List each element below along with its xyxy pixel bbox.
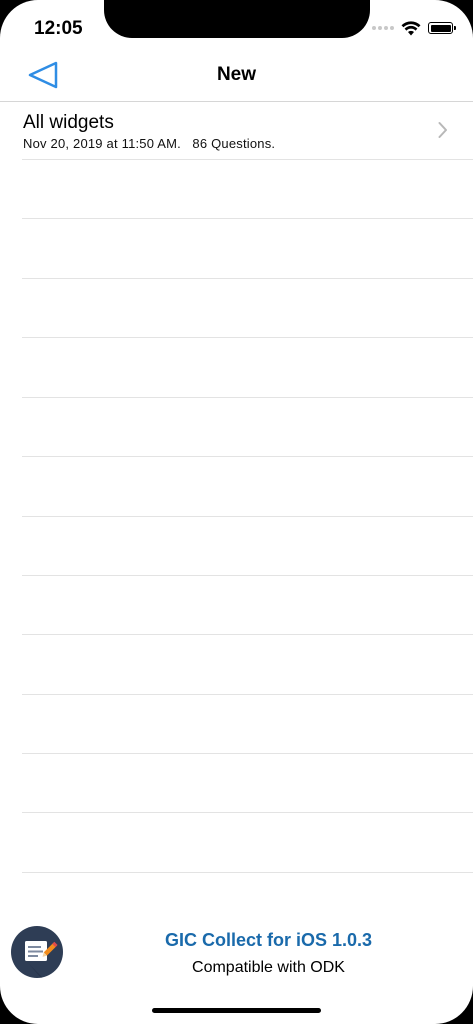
row-separator	[22, 337, 473, 338]
row-separator	[22, 397, 473, 398]
wifi-icon	[401, 20, 421, 35]
row-separator	[22, 278, 473, 279]
status-time: 12:05	[34, 18, 83, 39]
row-separator	[22, 159, 473, 160]
edit-form-icon	[25, 941, 63, 978]
app-version-title: GIC Collect for iOS 1.0.3	[164, 930, 373, 950]
home-indicator[interactable]	[152, 1008, 321, 1013]
form-name: All widgets	[23, 112, 114, 133]
device-notch	[104, 0, 370, 38]
row-separator	[22, 218, 473, 219]
row-separator	[22, 456, 473, 457]
status-icons	[372, 17, 456, 39]
row-separator	[22, 575, 473, 576]
row-separator	[22, 872, 473, 873]
new-form-button[interactable]	[11, 926, 63, 978]
row-separator	[22, 812, 473, 813]
chevron-right-icon	[438, 122, 447, 138]
app-screen: 12:05 New All widgets Nov 20, 2019 at 11…	[0, 0, 473, 1024]
form-meta: Nov 20, 2019 at 11:50 AM. 86 Questions.	[23, 136, 276, 151]
compatibility-note: Compatible with ODK	[192, 959, 345, 976]
row-separator	[22, 753, 473, 754]
signal-dots-icon	[372, 26, 394, 30]
battery-icon	[428, 22, 456, 34]
row-separator	[22, 694, 473, 695]
row-separator	[22, 516, 473, 517]
page-title: New	[216, 64, 257, 85]
row-separator	[22, 634, 473, 635]
form-list-item[interactable]: All widgets Nov 20, 2019 at 11:50 AM. 86…	[0, 102, 473, 159]
